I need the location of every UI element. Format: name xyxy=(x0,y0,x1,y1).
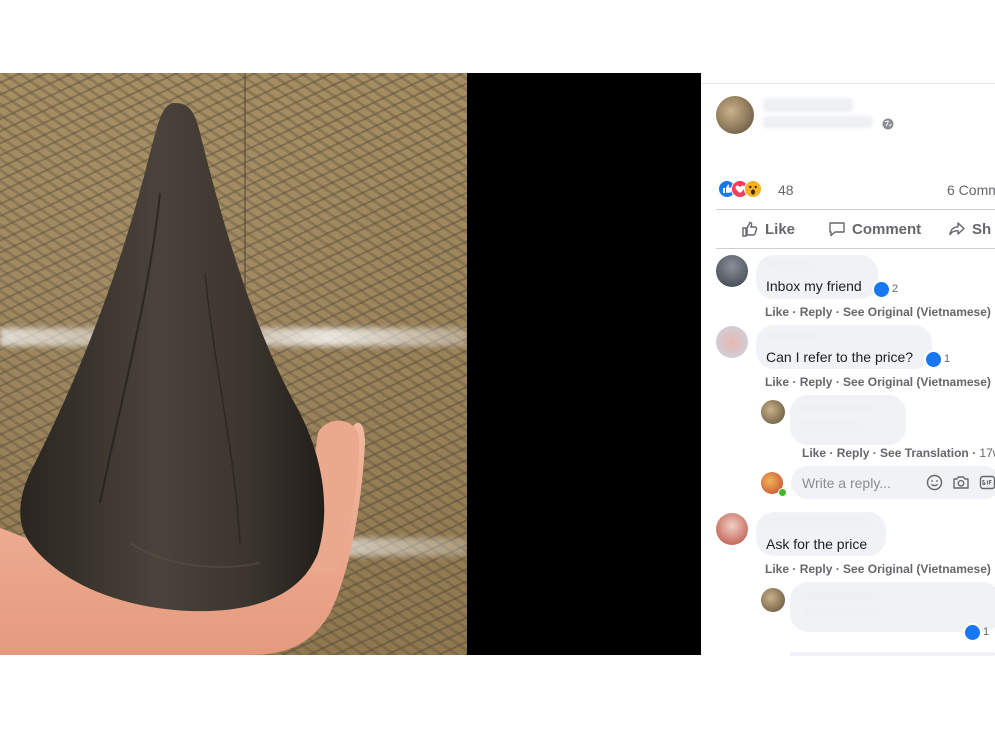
online-status-indicator xyxy=(778,488,787,497)
comment-text: Ask for the price xyxy=(766,536,868,552)
gif-icon[interactable] xyxy=(979,474,995,491)
see-original-link[interactable]: See Original (Vietnamese) xyxy=(843,562,991,576)
commenter-avatar[interactable] xyxy=(716,326,748,358)
reply-text-redacted xyxy=(804,609,879,617)
reply-author-redacted xyxy=(800,592,880,600)
comment-bubble: Inbox my friend xyxy=(756,255,878,299)
next-comment-edge xyxy=(790,652,995,656)
reaction-icons[interactable] xyxy=(718,180,778,200)
see-original-link[interactable]: See Original (Vietnamese) xyxy=(843,305,991,319)
comment-actions: Like · Reply · See Original (Vietnamese) xyxy=(765,375,991,389)
post-timestamp-redacted xyxy=(763,116,873,128)
comment-text: Inbox my friend xyxy=(766,278,862,294)
reply-like-link[interactable]: Like xyxy=(802,446,826,460)
comments-count[interactable]: 6 Comm xyxy=(947,182,995,198)
comment-like-reaction-icon[interactable] xyxy=(924,350,943,369)
comment-actions: Like · Reply · See Original (Vietnamese) xyxy=(765,562,991,576)
reply-input[interactable]: Write a reply... xyxy=(791,466,995,499)
post-side-panel: 48 6 Comm Like Comment Sh Inbox my frien… xyxy=(701,83,995,656)
see-original-link[interactable]: See Original (Vietnamese) xyxy=(843,375,991,389)
comment-actions: Like · Reply · See Original (Vietnamese) xyxy=(765,305,991,319)
reply-text-redacted xyxy=(800,422,860,431)
comment-icon xyxy=(829,222,845,237)
comment-like-link[interactable]: Like xyxy=(765,305,789,319)
poster-name-redacted xyxy=(763,98,853,112)
reply-bubble xyxy=(790,582,995,632)
horn-in-hand-image xyxy=(0,103,365,655)
commenter-name-redacted xyxy=(766,331,816,340)
reply-timestamp[interactable]: 17w xyxy=(979,446,995,460)
reaction-count[interactable]: 48 xyxy=(778,182,794,198)
reply-input-placeholder: Write a reply... xyxy=(802,475,891,491)
like-button[interactable]: Like xyxy=(741,220,795,242)
post-photo[interactable] xyxy=(0,73,467,655)
comment-bubble: Ask for the price xyxy=(756,512,886,556)
divider xyxy=(716,209,995,210)
wow-icon xyxy=(744,180,762,198)
comment-bubble: Can I refer to the price? xyxy=(756,325,932,369)
comment-reply-link[interactable]: Reply xyxy=(800,562,833,576)
camera-icon[interactable] xyxy=(952,474,970,491)
share-icon xyxy=(949,222,965,236)
reply-avatar[interactable] xyxy=(761,588,785,612)
poster-avatar[interactable] xyxy=(716,96,754,134)
reply-author-redacted xyxy=(800,404,870,413)
reply-avatar[interactable] xyxy=(761,400,785,424)
share-button[interactable]: Sh xyxy=(948,220,991,242)
reply-reply-link[interactable]: Reply xyxy=(837,446,870,460)
divider xyxy=(716,248,995,249)
reply-like-reaction-icon[interactable] xyxy=(963,623,982,642)
reply-actions: Like · Reply · See Translation · 17w xyxy=(802,446,995,460)
comment-reply-link[interactable]: Reply xyxy=(800,375,833,389)
comment-button-label: Comment xyxy=(852,221,922,238)
reply-bubble xyxy=(790,395,906,445)
comment-reaction-count: 2 xyxy=(892,283,899,295)
reply-reaction-count: 1 xyxy=(983,626,990,638)
commenter-avatar[interactable] xyxy=(716,255,748,287)
thumbs-up-icon xyxy=(742,221,758,237)
commenter-name-redacted xyxy=(766,261,811,270)
commenter-avatar[interactable] xyxy=(716,513,748,545)
like-button-label: Like xyxy=(765,221,796,238)
commenter-name-redacted xyxy=(766,518,866,527)
comment-like-reaction-icon[interactable] xyxy=(872,280,891,299)
share-button-label: Sh xyxy=(972,221,992,238)
globe-icon xyxy=(882,118,894,130)
comment-reply-link[interactable]: Reply xyxy=(800,305,833,319)
photo-viewer xyxy=(0,73,701,655)
see-translation-link[interactable]: See Translation xyxy=(880,446,969,460)
comment-button[interactable]: Comment xyxy=(828,220,921,242)
comment-like-link[interactable]: Like xyxy=(765,375,789,389)
comment-like-link[interactable]: Like xyxy=(765,562,789,576)
emoji-icon[interactable] xyxy=(926,474,943,491)
comment-reaction-count: 1 xyxy=(944,353,951,365)
comment-text: Can I refer to the price? xyxy=(766,349,914,365)
